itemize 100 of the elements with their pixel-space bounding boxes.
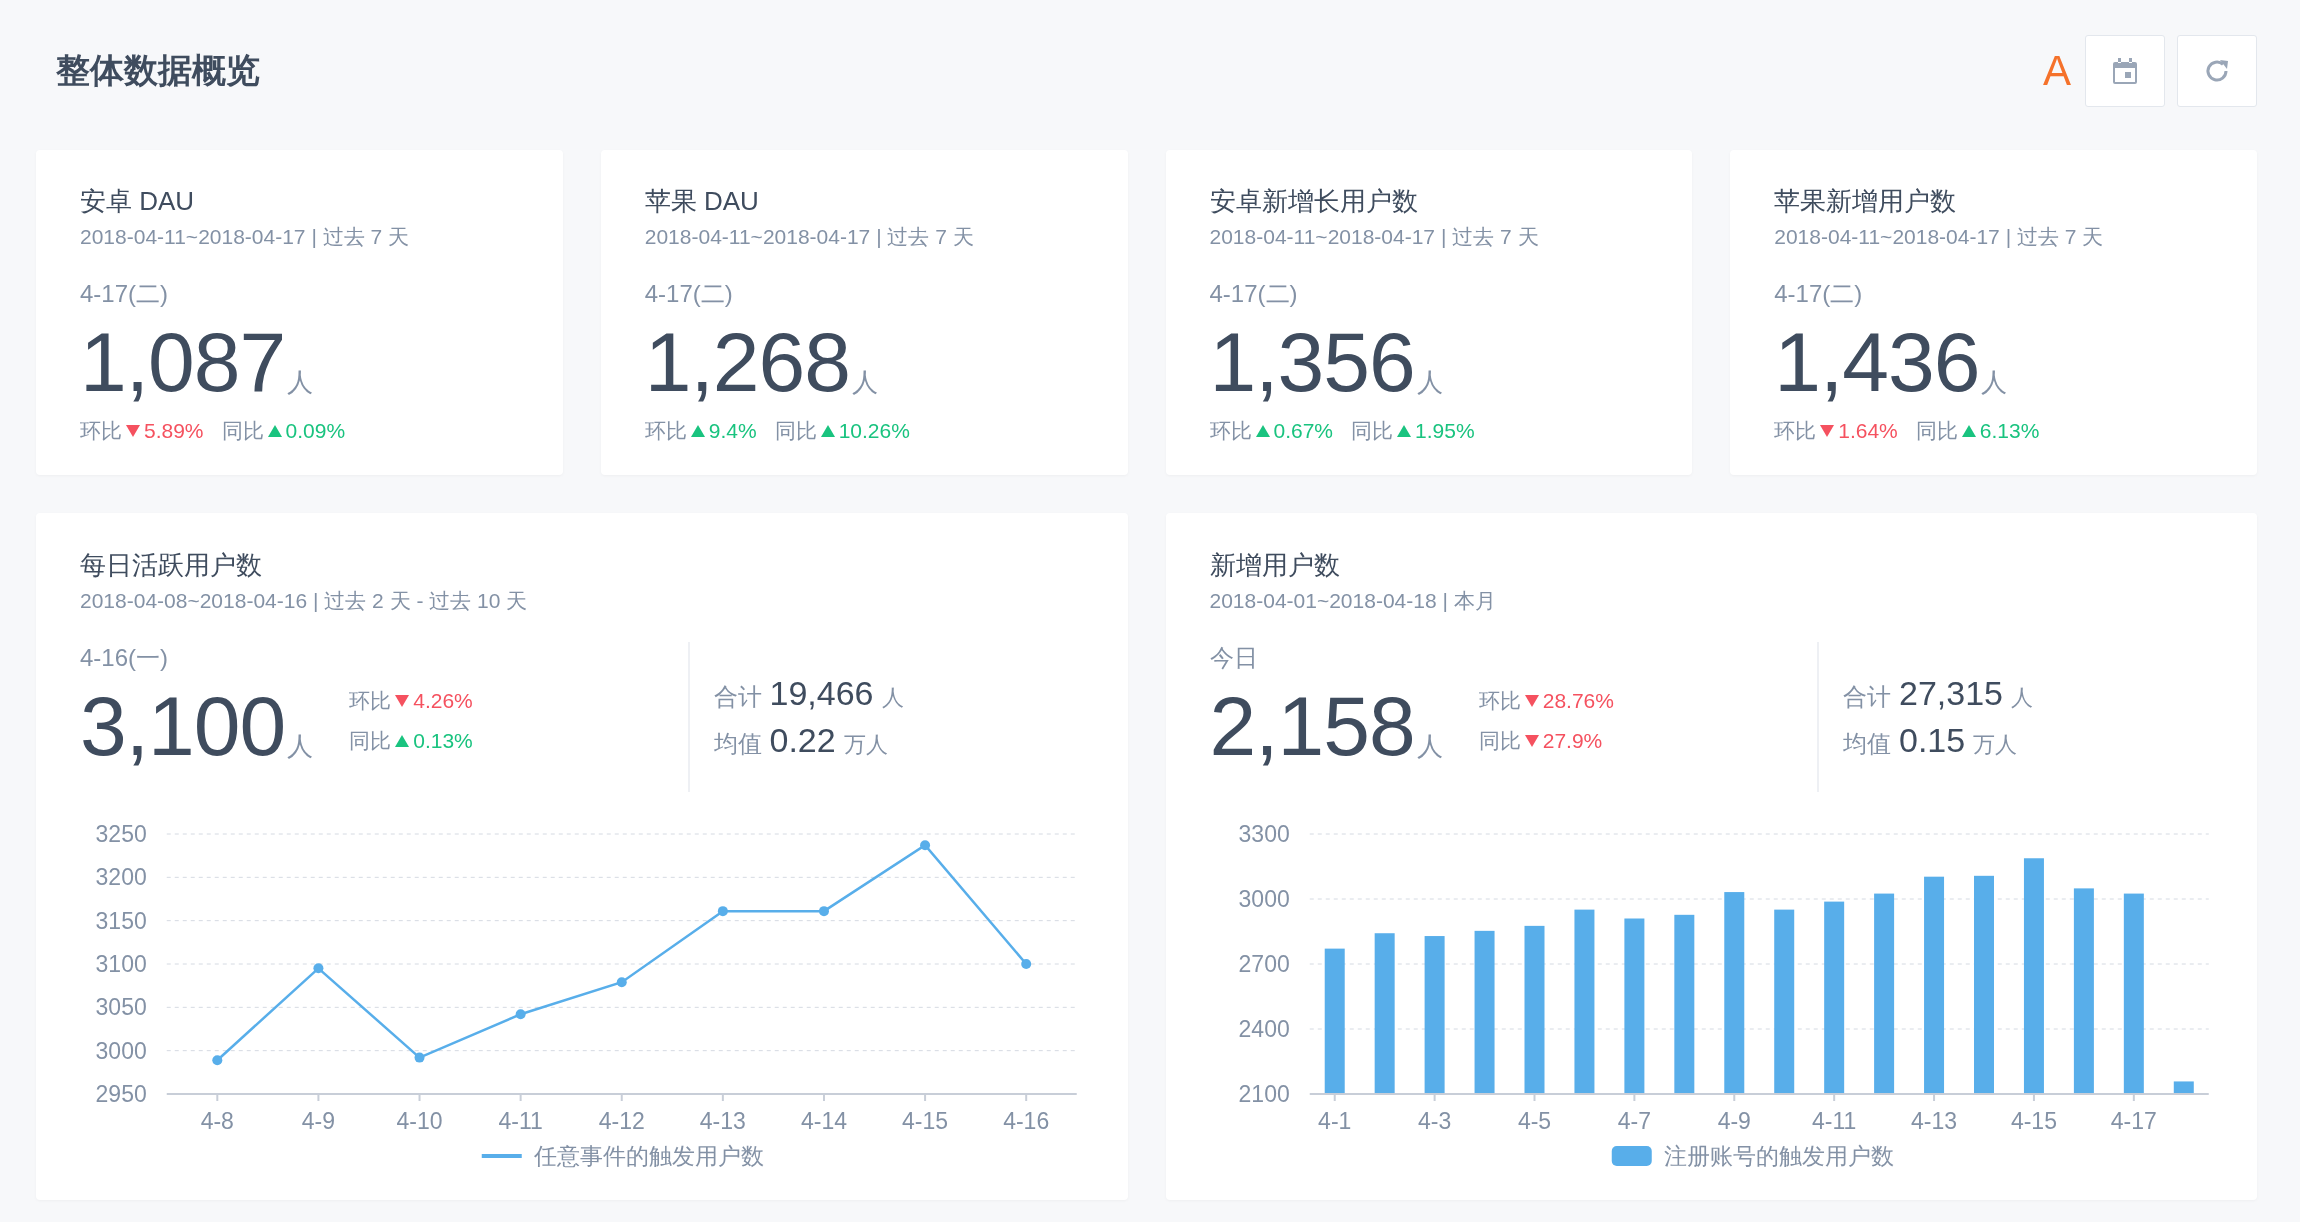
x-tick-label: 4-11 <box>498 1108 543 1134</box>
change-value: 0.67% <box>1273 418 1334 444</box>
y-tick-label: 2100 <box>1238 1081 1290 1107</box>
change-value: 5.89% <box>144 418 204 444</box>
date-range: 2018-04-11~2018-04-17 | 过去 7 天 <box>644 224 975 250</box>
data-point <box>313 963 324 974</box>
stat-value: 0.15 <box>1899 721 1966 760</box>
x-tick-label: 4-13 <box>1910 1108 1957 1134</box>
x-tick-label: 4-13 <box>699 1108 746 1134</box>
x-tick-label: 4-11 <box>1811 1108 1856 1134</box>
unit-label: 人 <box>1416 730 1443 763</box>
date-range: 2018-04-08~2018-04-16 | 过去 2 天 - 过去 10 天 <box>80 588 529 614</box>
x-tick-label: 4-9 <box>301 1108 336 1134</box>
date-range: 2018-04-11~2018-04-17 | 过去 7 天 <box>1209 224 1540 250</box>
y-tick-label: 3150 <box>95 907 147 934</box>
date-range: 2018-04-01~2018-04-18 | 本月 <box>1209 588 1497 614</box>
metric-value: 1,087 <box>80 316 286 408</box>
y-tick-label: 3050 <box>95 994 147 1021</box>
change-label: 同比 <box>1478 728 1521 754</box>
unit-label: 人 <box>851 366 878 399</box>
data-point <box>1021 959 1032 969</box>
x-tick-label: 4-16 <box>1003 1108 1050 1134</box>
change-value: 10.26% <box>838 418 910 444</box>
day-label: 4-17(二) <box>80 279 170 309</box>
refresh-button[interactable] <box>2177 35 2257 107</box>
unit-label: 人 <box>287 366 314 399</box>
change-label: 环比 <box>80 418 122 444</box>
metric-value: 1,268 <box>644 316 850 408</box>
y-tick-label: 2700 <box>1238 951 1290 977</box>
x-tick-label: 4-14 <box>800 1108 847 1134</box>
calendar-button[interactable] <box>2085 35 2165 107</box>
change-value: 0.13% <box>413 728 473 754</box>
card-title: 安卓 DAU <box>80 185 196 218</box>
x-tick-label: 4-8 <box>200 1108 234 1134</box>
change-label: 环比 <box>1478 688 1521 714</box>
x-tick-label: 4-1 <box>1317 1108 1351 1134</box>
change-value: 28.76% <box>1542 688 1614 714</box>
calendar-icon <box>2112 57 2138 85</box>
change-value: 4.26% <box>413 688 473 714</box>
card-title: 安卓新增长用户数 <box>1209 185 1419 218</box>
metric-value: 2,158 <box>1209 680 1415 772</box>
data-point <box>920 840 931 851</box>
change-value: 27.9% <box>1542 728 1603 754</box>
change-value: 1.64% <box>1838 418 1898 444</box>
data-point <box>818 906 829 917</box>
y-tick-label: 3250 <box>95 821 147 847</box>
y-tick-label: 3200 <box>95 864 147 891</box>
stat-label: 均值 <box>713 729 762 759</box>
font-button[interactable]: A <box>2041 47 2073 95</box>
x-tick-label: 4-7 <box>1617 1108 1651 1134</box>
y-tick-label: 2400 <box>1238 1016 1290 1042</box>
metric-value: 1,436 <box>1774 316 1980 408</box>
change-value: 6.13% <box>1979 418 2040 444</box>
day-label: 4-17(二) <box>1209 279 1299 309</box>
legend-line-icon <box>481 1154 522 1158</box>
y-tick-label: 3000 <box>1238 886 1290 912</box>
data-point <box>717 906 728 917</box>
x-tick-label: 4-10 <box>396 1108 443 1134</box>
data-point <box>515 1009 526 1020</box>
change-value: 1.95% <box>1415 418 1475 444</box>
unit-label: 人 <box>2011 684 2033 712</box>
x-tick-label: 4-15 <box>902 1108 949 1134</box>
page-title: 整体数据概览 <box>56 50 260 91</box>
change-label: 同比 <box>349 728 392 754</box>
unit-label: 人 <box>287 730 314 763</box>
unit-label: 万人 <box>1973 731 2018 759</box>
x-tick-label: 4-17 <box>2110 1108 2157 1134</box>
card-title: 苹果新增用户数 <box>1774 185 1958 218</box>
x-tick-label: 4-5 <box>1517 1108 1551 1134</box>
stat-label: 合计 <box>1843 682 1891 712</box>
data-point <box>616 977 627 988</box>
change-value: 0.09% <box>285 418 346 444</box>
change-label: 同比 <box>1351 418 1394 444</box>
data-point <box>414 1052 425 1063</box>
x-tick-label: 4-9 <box>1717 1108 1751 1134</box>
data-point <box>212 1055 223 1066</box>
card-title: 苹果 DAU <box>644 185 760 218</box>
stat-value: 19,466 <box>769 674 874 713</box>
y-tick-label: 3100 <box>95 951 147 977</box>
day-label: 今日 <box>1209 643 1259 673</box>
card-title: 每日活跃用户数 <box>80 549 263 582</box>
change-value: 9.4% <box>708 418 757 444</box>
card-title: 新增用户数 <box>1209 549 1341 582</box>
day-label: 4-17(二) <box>1774 279 1864 309</box>
change-label: 环比 <box>349 688 392 714</box>
change-label: 环比 <box>1774 418 1817 444</box>
x-tick-label: 4-15 <box>2010 1108 2057 1134</box>
change-label: 同比 <box>774 418 817 444</box>
date-range: 2018-04-11~2018-04-17 | 过去 7 天 <box>1774 224 2105 250</box>
unit-label: 人 <box>881 684 904 712</box>
legend-swatch-icon <box>1611 1146 1652 1166</box>
change-label: 环比 <box>1209 418 1252 444</box>
day-label: 4-16(一) <box>80 643 170 673</box>
y-tick-label: 2950 <box>95 1081 147 1107</box>
unit-label: 人 <box>1981 366 2008 399</box>
change-label: 环比 <box>644 418 687 444</box>
legend-label: 注册账号的触发用户数 <box>1663 1143 1894 1169</box>
unit-label: 人 <box>1416 366 1443 399</box>
metric-value: 3,100 <box>80 680 286 772</box>
change-label: 同比 <box>221 418 264 444</box>
